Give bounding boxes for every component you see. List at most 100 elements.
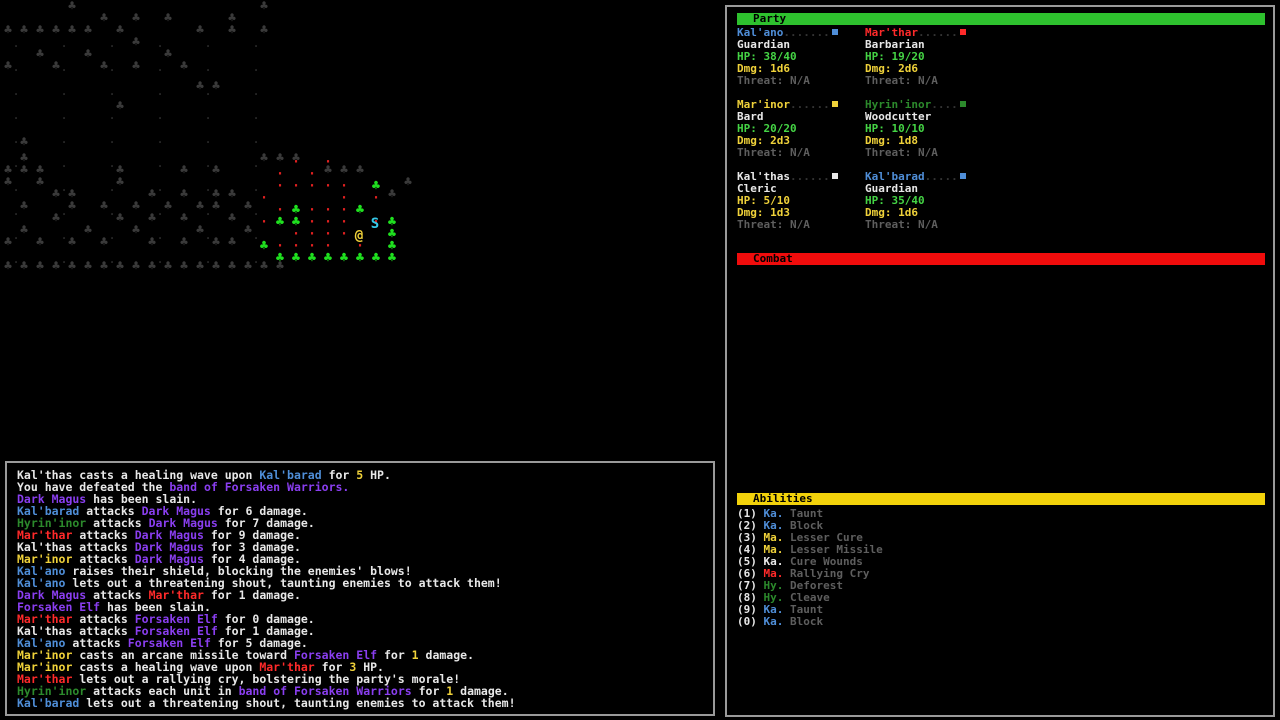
floor-dot: ·: [109, 184, 116, 197]
remembered-tree-icon: ♣: [180, 187, 188, 202]
member-status-icon: [958, 28, 967, 36]
party-member-card[interactable]: Kal'ano....... Guardian HP: 38/40 Dmg: 1d6 T…: [737, 27, 862, 87]
log-segment: HP.: [363, 468, 391, 482]
remembered-tree-icon: ♣: [244, 259, 252, 274]
remembered-tree-icon: ♣: [276, 151, 284, 166]
remembered-tree-icon: ♣: [68, 199, 76, 214]
remembered-tree-icon: ♣: [4, 175, 12, 190]
member-status-icon: [830, 100, 839, 108]
remembered-tree-icon: ♣: [260, 151, 268, 166]
member-status-icon: [830, 172, 839, 180]
remembered-tree-icon: ♣: [84, 47, 92, 62]
remembered-tree-icon: ♣: [116, 23, 124, 38]
ability-item[interactable]: (0) Ka. Block: [737, 616, 823, 628]
floor-dot: ·: [253, 40, 260, 53]
remembered-tree-icon: ♣: [228, 235, 236, 250]
floor-dot: ·: [253, 184, 260, 197]
log-segment: lets out a threatening shout, taunting e…: [79, 696, 516, 710]
remembered-tree-icon: ♣: [132, 199, 140, 214]
remembered-tree-icon: ♣: [196, 79, 204, 94]
remembered-tree-icon: ♣: [4, 235, 12, 250]
log-segment: 1: [411, 648, 419, 662]
floor-dot: ·: [109, 160, 116, 173]
party-member-card[interactable]: Kal'thas...... Cleric HP: 5/10 Dmg: 1d3 Thre…: [737, 171, 862, 231]
remembered-tree-icon: ♣: [116, 211, 124, 226]
remembered-tree-icon: ♣: [4, 59, 12, 74]
floor-dot: ·: [253, 208, 260, 221]
tree-icon: ♣: [356, 250, 365, 266]
remembered-tree-icon: ♣: [52, 187, 60, 202]
combat-log[interactable]: Kal'thas casts a healing wave upon Kal'b…: [5, 461, 715, 716]
tree-icon: ♣: [292, 250, 301, 266]
leader-dots: ......: [789, 170, 830, 183]
remembered-tree-icon: ♣: [260, 23, 268, 38]
floor-dot: ·: [13, 136, 20, 149]
tree-icon: ♣: [308, 250, 317, 266]
remembered-tree-icon: ♣: [196, 199, 204, 214]
floor-dot: ·: [109, 112, 116, 125]
remembered-tree-icon: ♣: [212, 199, 220, 214]
floor-dot: ·: [13, 64, 20, 77]
remembered-tree-icon: ♣: [132, 223, 140, 238]
sidebar-panel: Party Kal'ano....... Guardian HP: 38/40 Dmg…: [725, 5, 1275, 717]
floor-dot: ·: [205, 160, 212, 173]
leader-dots: ......: [789, 98, 830, 111]
remembered-tree-icon: ♣: [20, 23, 28, 38]
member-threat: Threat: N/A: [737, 74, 810, 87]
remembered-tree-icon: ♣: [36, 23, 44, 38]
visible-floor-dot: ·: [308, 179, 316, 194]
member-threat: Threat: N/A: [737, 218, 810, 231]
remembered-tree-icon: ♣: [4, 259, 12, 274]
world-map[interactable]: ♣ ♣ ♣ ♣ ♣ ♣ ♣ ♣ ♣ ♣ ♣ ♣ ♣ ♣ ♣ ♣ ♣ ♣ ♣ ♣ ♣ ♣ ♣ ♣ ♣ ♣ ♣ ♣ ♣ ♣ ♣ ♣ ♣ ♣ ♣ ♣ ♣ ♣ ♣ ♣…: [0, 0, 720, 460]
remembered-tree-icon: ♣: [148, 259, 156, 274]
remembered-tree-icon: ♣: [180, 259, 188, 274]
floor-dot: ·: [109, 64, 116, 77]
floor-dot: ·: [253, 64, 260, 77]
floor-dot: ·: [13, 208, 20, 221]
remembered-tree-icon: ♣: [68, 235, 76, 250]
party-member-card[interactable]: Kal'barad..... Guardian HP: 35/40 Dmg: 1d6 T…: [865, 171, 990, 231]
tree-icon: ♣: [340, 250, 349, 266]
party-member-card[interactable]: Mar'inor...... Bard HP: 20/20 Dmg: 2d3 Threa…: [737, 99, 862, 159]
floor-dot: ·: [61, 232, 68, 245]
remembered-tree-icon: ♣: [20, 223, 28, 238]
remembered-tree-icon: ♣: [164, 11, 172, 26]
remembered-tree-icon: ♣: [20, 259, 28, 274]
floor-dot: ·: [13, 88, 20, 101]
remembered-tree-icon: ♣: [20, 199, 28, 214]
floor-dot: ·: [61, 184, 68, 197]
member-status-icon: [830, 28, 839, 36]
tree-icon: ♣: [388, 250, 397, 266]
remembered-tree-icon: ♣: [164, 47, 172, 62]
floor-dot: ·: [157, 64, 164, 77]
floor-dot: ·: [13, 112, 20, 125]
log-segment: Kal'barad: [17, 696, 80, 710]
visible-floor-dot: ·: [340, 191, 348, 206]
remembered-tree-icon: ♣: [100, 59, 108, 74]
remembered-tree-icon: ♣: [260, 259, 268, 274]
floor-dot: ·: [205, 208, 212, 221]
floor-dot: ·: [61, 136, 68, 149]
remembered-tree-icon: ♣: [68, 259, 76, 274]
party-member-card[interactable]: Mar'thar...... Barbarian HP: 19/20 Dmg: 2d6…: [865, 27, 990, 87]
floor-dot: ·: [205, 88, 212, 101]
remembered-tree-icon: ♣: [180, 59, 188, 74]
floor-dot: ·: [205, 64, 212, 77]
leader-dots: .......: [783, 26, 830, 39]
member-threat: Threat: N/A: [865, 74, 938, 87]
remembered-tree-icon: ♣: [180, 211, 188, 226]
floor-dot: ·: [253, 112, 260, 125]
floor-dot: ·: [253, 136, 260, 149]
floor-dot: ·: [13, 160, 20, 173]
party-member-card[interactable]: Hyrin'inor.... Woodcutter HP: 10/10 Dmg: 1d…: [865, 99, 990, 159]
remembered-tree-icon: ♣: [196, 23, 204, 38]
tree-icon: ♣: [324, 250, 333, 266]
remembered-tree-icon: ♣: [84, 23, 92, 38]
floor-dot: ·: [61, 208, 68, 221]
remembered-tree-icon: ♣: [148, 187, 156, 202]
floor-dot: ·: [13, 40, 20, 53]
floor-dot: ·: [253, 232, 260, 245]
floor-dot: ·: [157, 112, 164, 125]
visible-floor-dot: ·: [292, 179, 300, 194]
floor-dot: ·: [205, 40, 212, 53]
